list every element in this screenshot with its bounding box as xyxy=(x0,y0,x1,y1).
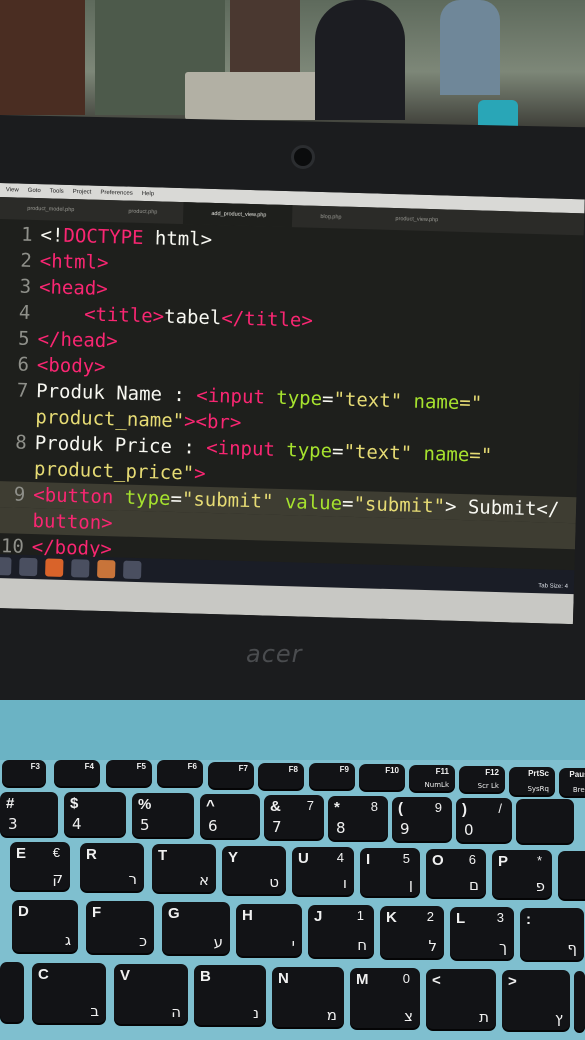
line-number: 5 xyxy=(17,327,30,350)
status-tab-size[interactable]: Tab Size: 4 xyxy=(538,583,568,590)
key-f6[interactable]: F6 xyxy=(157,760,203,786)
key-g[interactable]: Gע xyxy=(162,902,230,954)
line-number: 8 xyxy=(14,431,28,454)
line-number: 1 xyxy=(20,223,33,246)
key-c[interactable]: Cב xyxy=(32,963,106,1023)
line-number: 9 xyxy=(13,483,26,506)
key-i[interactable]: I5ן xyxy=(360,848,420,896)
door xyxy=(0,0,85,115)
webcam-icon xyxy=(291,145,315,169)
app-icon[interactable] xyxy=(97,559,116,579)
key-j[interactable]: J1ח xyxy=(308,905,374,957)
menu-tools[interactable]: Tools xyxy=(50,188,64,194)
menu-help[interactable]: Help xyxy=(142,191,155,197)
key-0[interactable]: )/0 xyxy=(456,798,512,842)
key-5[interactable]: % 5 xyxy=(132,793,194,837)
laptop-brand-logo: acer xyxy=(246,640,303,668)
firefox-icon[interactable] xyxy=(45,558,64,577)
key-6[interactable]: ^ 6 xyxy=(200,794,260,838)
background-room xyxy=(0,0,585,130)
line-number: 4 xyxy=(18,301,31,324)
key-v[interactable]: Vה xyxy=(114,964,188,1024)
key-f3[interactable]: F3 xyxy=(2,760,46,786)
key-9[interactable]: (9 9 xyxy=(392,797,452,841)
key-y[interactable]: Yט xyxy=(222,846,286,894)
tab-product-model[interactable]: product_model.php xyxy=(0,205,100,214)
key-d[interactable]: Dג xyxy=(12,900,78,952)
key-p[interactable]: P * פ xyxy=(492,850,552,898)
media-player-icon[interactable] xyxy=(19,557,38,577)
code-editor[interactable]: 1 <!DOCTYPE html> 2 <html> 3 <head> 4 <t… xyxy=(0,219,584,575)
line-number: 3 xyxy=(19,275,32,298)
key-h[interactable]: Hי xyxy=(236,904,302,956)
line-number: 6 xyxy=(17,353,30,376)
key-comma[interactable]: < ת xyxy=(426,969,496,1029)
key-prtsc[interactable]: PrtSc SysRq xyxy=(509,767,555,795)
key-f7[interactable]: F7 xyxy=(208,762,254,788)
key-period[interactable]: > ץ xyxy=(502,970,570,1030)
key-r[interactable]: Rר xyxy=(80,843,144,891)
keyboard: F3 F4 F5 F6 F7 F8 F9 F10 F11 NumLk F12 Scr… xyxy=(0,758,585,1040)
line-number: 2 xyxy=(20,249,33,272)
tab-add-product-view[interactable]: add_product_view.php xyxy=(183,202,293,228)
key-f12[interactable]: F12 Scr Lk xyxy=(459,766,505,792)
key-8[interactable]: * 8 8 xyxy=(328,796,388,840)
key-u[interactable]: U4ו xyxy=(292,847,354,895)
key-f10[interactable]: F10 xyxy=(359,764,405,790)
key-semicolon[interactable]: :ף xyxy=(520,908,584,960)
key-slash[interactable] xyxy=(574,971,585,1031)
tab-product[interactable]: product.php xyxy=(100,208,183,216)
key-x[interactable] xyxy=(0,962,24,1022)
laptop-screen: View Goto Tools Project Preferences Help… xyxy=(0,183,585,625)
key-l[interactable]: L3ך xyxy=(450,907,514,959)
menu-project[interactable]: Project xyxy=(73,189,92,196)
key-b[interactable]: Bנ xyxy=(194,965,266,1025)
key-bracket[interactable] xyxy=(558,851,585,899)
key-t[interactable]: Tא xyxy=(152,844,216,892)
key-f[interactable]: Fכ xyxy=(86,901,154,953)
key-e[interactable]: E € ק xyxy=(10,842,70,890)
start-icon[interactable] xyxy=(0,556,12,576)
menu-goto[interactable]: Goto xyxy=(28,188,41,194)
key-f9[interactable]: F9 xyxy=(309,763,355,789)
key-minus[interactable] xyxy=(516,799,574,843)
folder-icon[interactable] xyxy=(71,559,90,578)
key-f4[interactable]: F4 xyxy=(54,760,100,786)
line-number: 7 xyxy=(16,379,29,402)
tab-product-view[interactable]: product_view.php xyxy=(367,215,464,224)
menu-preferences[interactable]: Preferences xyxy=(100,190,133,197)
key-4[interactable]: $4 xyxy=(64,792,126,836)
key-7[interactable]: & 7 7 xyxy=(264,795,324,839)
menu-view[interactable]: View xyxy=(6,187,19,193)
sublime-text-icon[interactable] xyxy=(123,560,142,580)
key-f8[interactable]: F8 xyxy=(258,763,304,789)
key-n[interactable]: Nמ xyxy=(272,967,344,1027)
key-f11[interactable]: F11 NumLk xyxy=(409,765,455,791)
key-3[interactable]: #3 xyxy=(0,792,58,836)
keyboard-deck-top xyxy=(0,700,585,760)
key-m[interactable]: M0צ xyxy=(350,968,420,1028)
tab-blog[interactable]: blog.php xyxy=(292,213,367,221)
key-f5[interactable]: F5 xyxy=(106,760,152,786)
key-o[interactable]: O6ם xyxy=(426,849,486,897)
person xyxy=(315,0,405,120)
key-pause[interactable]: PauseBreak xyxy=(559,768,585,796)
key-k[interactable]: K2ל xyxy=(380,906,444,958)
person xyxy=(440,0,500,95)
